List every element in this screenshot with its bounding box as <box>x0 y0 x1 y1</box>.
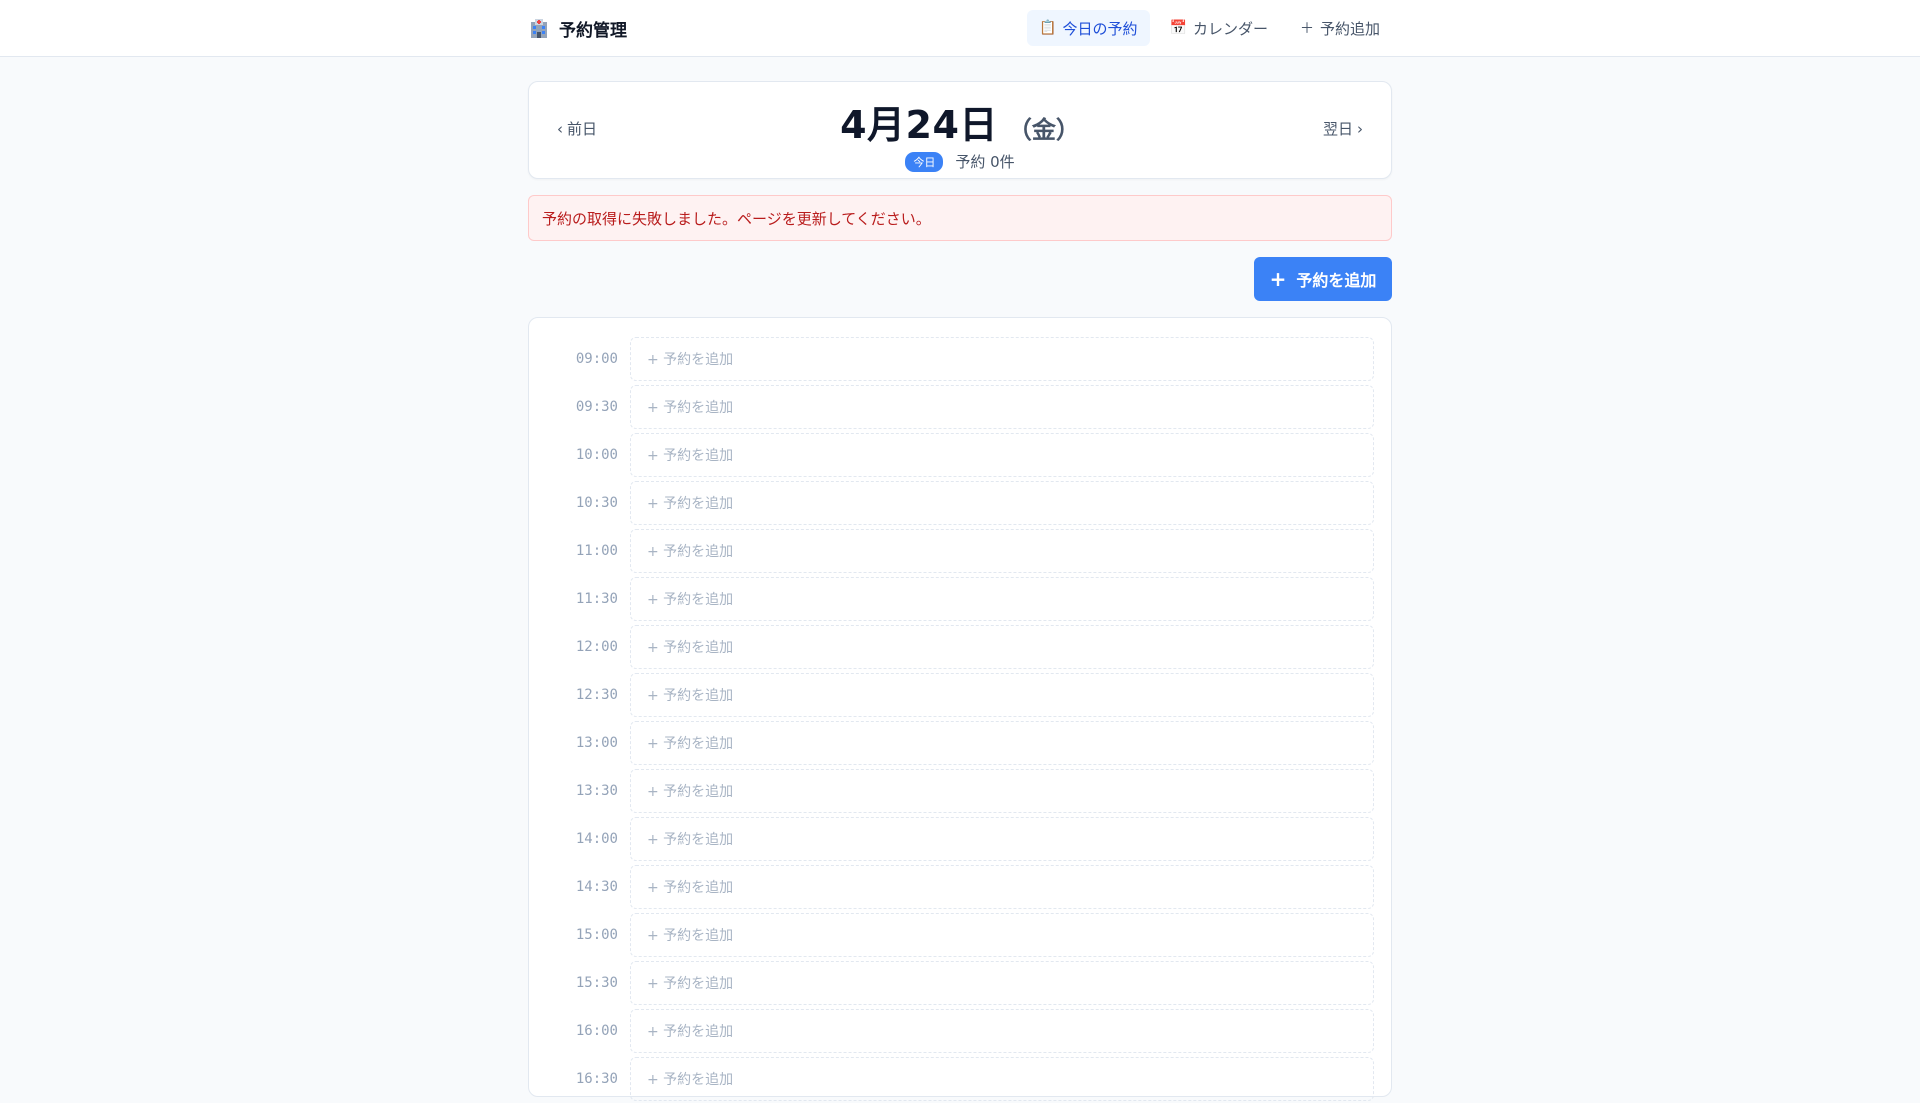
slot-time: 13:00 <box>575 735 618 751</box>
current-weekday: （金） <box>1007 116 1080 144</box>
slot-time: 14:30 <box>575 879 618 895</box>
slot-time: 16:00 <box>575 1023 618 1039</box>
time-slot-row: 13:30 + 予約を追加 <box>546 767 1374 815</box>
time-slot-row: 16:00 + 予約を追加 <box>546 1007 1374 1055</box>
empty-slot-add[interactable]: + 予約を追加 <box>630 673 1374 717</box>
empty-slot-add[interactable]: + 予約を追加 <box>630 481 1374 525</box>
date-display: 4月24日 （金） 今日 予約 0件 <box>529 94 1391 172</box>
slot-time: 12:00 <box>575 639 618 655</box>
time-slot-row: 14:30 + 予約を追加 <box>546 863 1374 911</box>
nav-calendar[interactable]: 📅 カレンダー <box>1158 10 1280 46</box>
next-day-label: 翌日 <box>1322 120 1353 138</box>
time-slot-row: 10:00 + 予約を追加 <box>546 431 1374 479</box>
time-slot-row: 11:00 + 予約を追加 <box>546 527 1374 575</box>
top-nav-inner: 予約管理 📋 今日の予約 📅 カレンダー ＋ 予約追加 <box>528 0 1392 56</box>
time-slot-row: 15:00 + 予約を追加 <box>546 911 1374 959</box>
empty-slot-add[interactable]: + 予約を追加 <box>630 625 1374 669</box>
date-navigator: ‹ 前日 4月24日 （金） 今日 予約 0件 翌日 › <box>528 81 1392 179</box>
reservation-count: 予約 0件 <box>955 153 1015 171</box>
add-reservation-button[interactable]: + 予約を追加 <box>1254 257 1392 301</box>
slot-time: 12:30 <box>575 687 618 703</box>
time-slot-row: 09:00 + 予約を追加 <box>546 335 1374 383</box>
empty-slot-add[interactable]: + 予約を追加 <box>630 529 1374 573</box>
empty-slot-add[interactable]: + 予約を追加 <box>630 865 1374 909</box>
empty-slot-add[interactable]: + 予約を追加 <box>630 433 1374 477</box>
add-reservation-label: 予約を追加 <box>1296 271 1377 290</box>
clipboard-icon: 📋 <box>1039 20 1057 36</box>
today-badge: 今日 <box>905 151 944 172</box>
empty-slot-add[interactable]: + 予約を追加 <box>630 1009 1374 1053</box>
slot-time: 11:00 <box>575 543 618 559</box>
time-slot-row: 11:30 + 予約を追加 <box>546 575 1374 623</box>
date-line: 4月24日 （金） <box>840 94 1080 149</box>
nav-calendar-label: カレンダー <box>1192 19 1268 38</box>
slot-time: 11:30 <box>575 591 618 607</box>
empty-slot-add[interactable]: + 予約を追加 <box>630 337 1374 381</box>
plus-icon: + <box>1269 267 1287 291</box>
brand-title: 予約管理 <box>559 20 627 41</box>
plus-icon: ＋ <box>1299 21 1314 37</box>
empty-slot-add[interactable]: + 予約を追加 <box>630 913 1374 957</box>
empty-slot-add[interactable]: + 予約を追加 <box>630 769 1374 813</box>
nav-add-reservation[interactable]: ＋ 予約追加 <box>1288 10 1392 46</box>
time-slot-row: 12:30 + 予約を追加 <box>546 671 1374 719</box>
error-alert: 予約の取得に失敗しました。ページを更新してください。 <box>528 195 1392 241</box>
slot-time: 15:30 <box>575 975 618 991</box>
calendar-icon: 📅 <box>1169 20 1187 36</box>
slot-time: 10:00 <box>575 447 618 463</box>
brand[interactable]: 予約管理 <box>528 16 627 41</box>
empty-slot-add[interactable]: + 予約を追加 <box>630 1057 1374 1101</box>
slot-time: 10:30 <box>575 495 618 511</box>
date-meta: 今日 予約 0件 <box>905 151 1015 172</box>
slot-time: 09:30 <box>575 399 618 415</box>
empty-slot-add[interactable]: + 予約を追加 <box>630 817 1374 861</box>
slot-time: 09:00 <box>575 351 618 367</box>
schedule-list: 09:00 + 予約を追加 09:30 + 予約を追加 10:00 + 予約を追… <box>528 317 1392 1101</box>
top-nav-bar: 予約管理 📋 今日の予約 📅 カレンダー ＋ 予約追加 <box>0 0 1920 57</box>
slot-time: 15:00 <box>575 927 618 943</box>
nav-today-label: 今日の予約 <box>1062 19 1138 38</box>
time-slot-row: 12:00 + 予約を追加 <box>546 623 1374 671</box>
chevron-right-icon: › <box>1357 119 1363 138</box>
error-message: 予約の取得に失敗しました。ページを更新してください。 <box>542 209 931 228</box>
empty-slot-add[interactable]: + 予約を追加 <box>630 961 1374 1005</box>
slot-time: 13:30 <box>575 783 618 799</box>
nav-today-reservations[interactable]: 📋 今日の予約 <box>1027 10 1150 46</box>
time-slot-row: 13:00 + 予約を追加 <box>546 719 1374 767</box>
current-date: 4月24日 <box>840 103 998 147</box>
time-slot-row: 14:00 + 予約を追加 <box>546 815 1374 863</box>
slot-time: 14:00 <box>575 831 618 847</box>
empty-slot-add[interactable]: + 予約を追加 <box>630 577 1374 621</box>
time-slot-row: 10:30 + 予約を追加 <box>546 479 1374 527</box>
time-slot-row: 15:30 + 予約を追加 <box>546 959 1374 1007</box>
next-day-button[interactable]: 翌日 › <box>1323 118 1363 139</box>
empty-slot-add[interactable]: + 予約を追加 <box>630 721 1374 765</box>
hospital-icon <box>531 19 547 38</box>
nav-add-label: 予約追加 <box>1319 19 1380 38</box>
slot-time: 16:30 <box>575 1071 618 1087</box>
time-slot-row: 16:30 + 予約を追加 <box>546 1055 1374 1103</box>
main-nav: 📋 今日の予約 📅 カレンダー ＋ 予約追加 <box>1027 10 1392 46</box>
empty-slot-add[interactable]: + 予約を追加 <box>630 385 1374 429</box>
time-slot-row: 09:30 + 予約を追加 <box>546 383 1374 431</box>
